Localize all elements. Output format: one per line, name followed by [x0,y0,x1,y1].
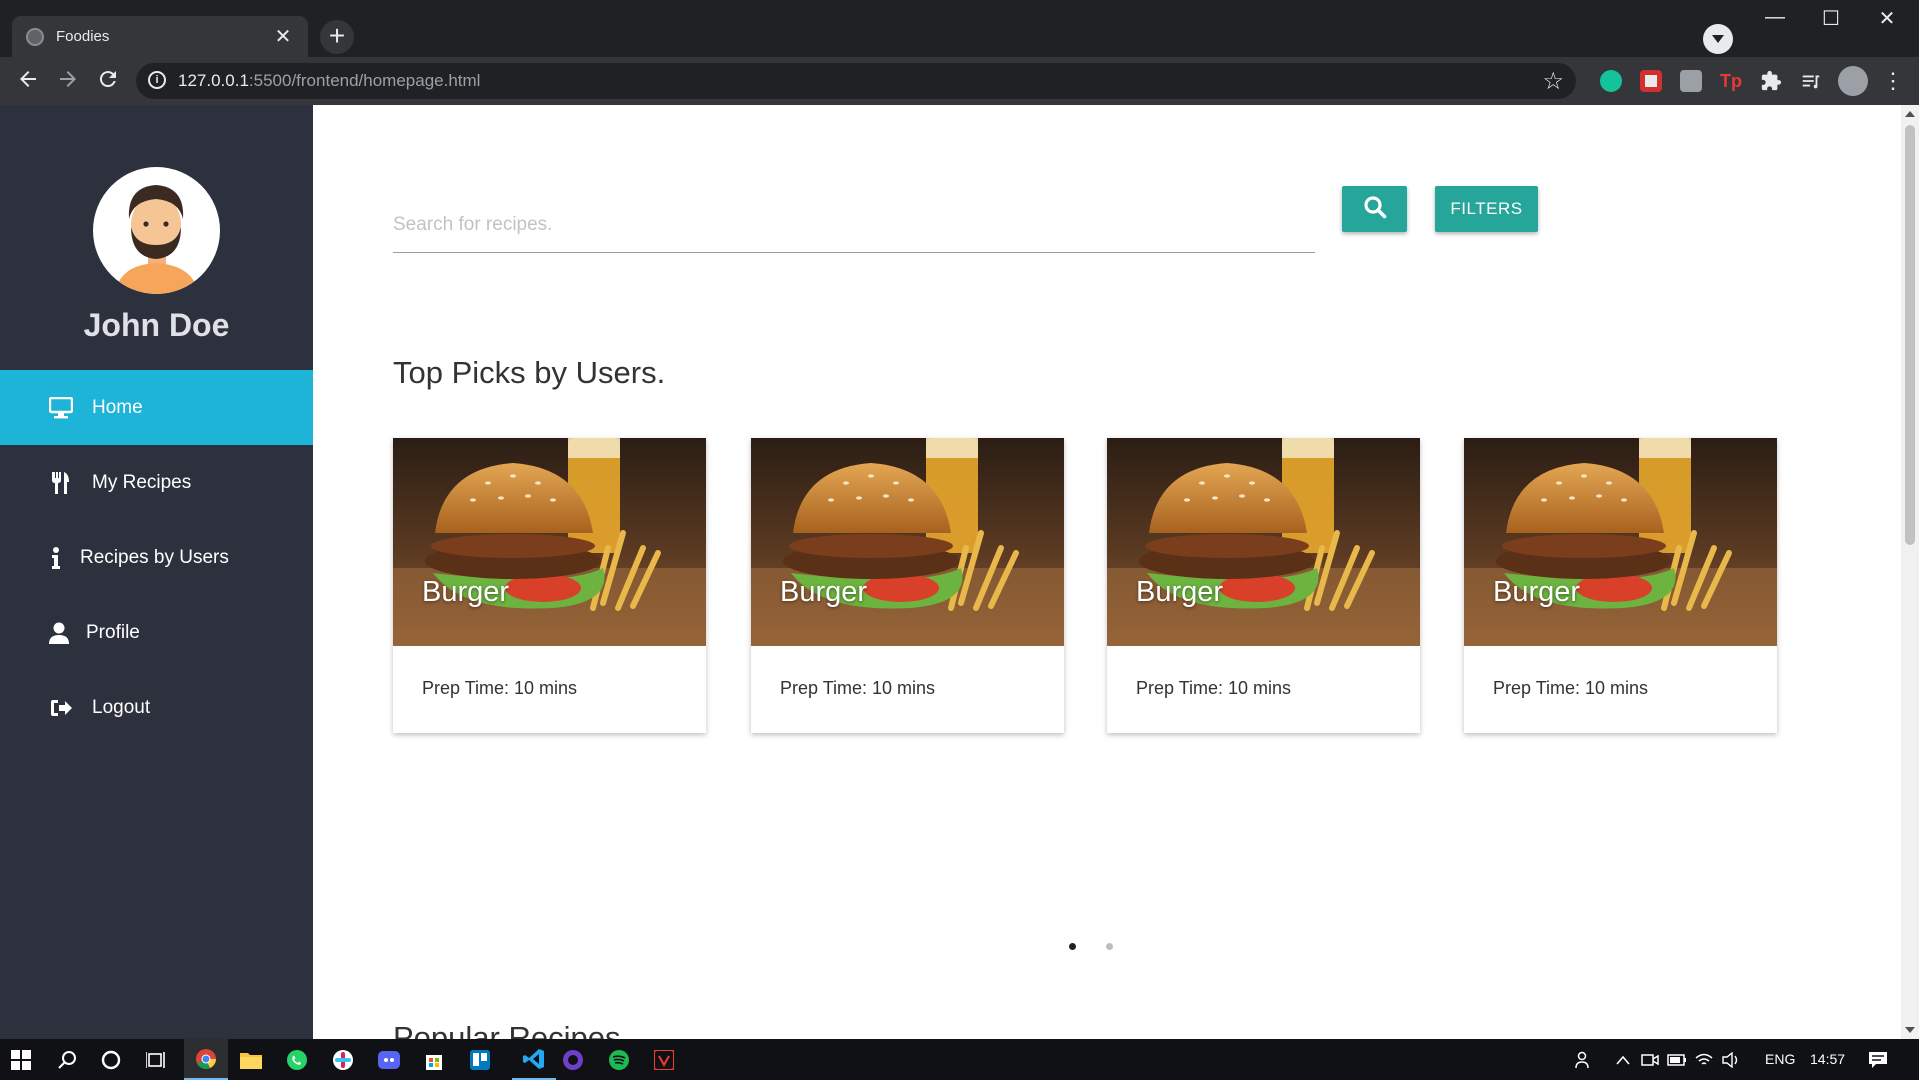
carousel-dot-active[interactable] [1069,943,1076,950]
sign-out-icon [48,696,74,720]
reading-list-icon[interactable] [1800,70,1822,92]
prep-time: Prep Time: 10 mins [422,678,578,698]
sidebar-item-label: Profile [86,621,140,643]
search-input[interactable] [393,197,1315,253]
burger-image: Burger [393,438,706,646]
globe-icon [26,27,44,46]
user-name: John Doe [83,307,230,343]
notifications-icon[interactable] [1865,1047,1891,1073]
avatar [93,167,220,294]
language-indicator[interactable]: ENG [1765,1051,1795,1067]
whatsapp-icon[interactable] [284,1047,310,1073]
browser-tab[interactable]: Foodies ✕ [12,16,308,57]
recipe-card[interactable]: Burger Prep Time: 10 mins [1107,438,1420,733]
vscode-icon[interactable] [512,1039,556,1080]
bookmark-star-icon[interactable]: ☆ [1542,67,1564,96]
extensions-puzzle-icon[interactable] [1760,70,1782,92]
sidebar-item-label: My Recipes [92,471,192,493]
people-icon[interactable] [1572,1047,1598,1073]
translate-extension-icon[interactable] [1680,70,1702,92]
top-picks-title: Top Picks by Users. [393,355,666,390]
meet-now-icon[interactable] [1637,1047,1663,1073]
close-window-button[interactable]: ✕ [1859,6,1915,31]
forward-icon[interactable] [53,67,83,97]
carousel-dot[interactable] [1106,943,1113,950]
grammarly-extension-icon[interactable] [1600,70,1622,92]
sidebar-item-my-recipes[interactable]: My Recipes [0,445,313,520]
search-button[interactable] [1342,186,1407,232]
tp-extension-icon[interactable]: Tp [1720,70,1742,92]
windows-taskbar: ENG 14:57 [0,1039,1919,1080]
media-control-icon[interactable] [1703,24,1733,54]
profile-avatar-icon[interactable] [1838,66,1868,96]
store-icon[interactable] [421,1047,447,1073]
card-title: Burger [1136,576,1224,608]
search-icon [1363,195,1387,224]
tray-chevron-up-icon[interactable] [1610,1047,1636,1073]
recipe-card[interactable]: Burger Prep Time: 10 mins [1464,438,1777,733]
scroll-down-icon[interactable] [1905,1027,1915,1033]
tab-close-icon[interactable]: ✕ [272,27,294,47]
github-desktop-icon[interactable] [560,1047,586,1073]
sidebar-item-label: Home [92,396,143,418]
vivaldi-icon[interactable] [651,1047,677,1073]
windows-start-icon[interactable] [8,1047,34,1073]
reload-icon[interactable] [93,67,123,97]
discord-icon[interactable] [376,1047,402,1073]
prep-time: Prep Time: 10 mins [1136,678,1292,698]
cortana-icon[interactable] [98,1047,124,1073]
burger-image: Burger [751,438,1064,646]
new-tab-button[interactable]: + [320,20,354,54]
popular-recipes-title: Popular Recipes [393,1020,621,1039]
sidebar-item-home[interactable]: Home [0,370,313,445]
site-info-icon[interactable]: i [148,71,166,89]
scroll-up-icon[interactable] [1905,111,1915,117]
burger-image: Burger [1464,438,1777,646]
trello-icon[interactable] [467,1047,493,1073]
utensils-icon [48,471,74,495]
card-title: Burger [1493,576,1581,608]
scroll-thumb[interactable] [1905,125,1915,545]
back-icon[interactable] [13,67,43,97]
tab-title: Foodies [56,28,110,45]
sidebar-item-logout[interactable]: Logout [0,670,313,745]
clock[interactable]: 14:57 [1810,1051,1845,1067]
maximize-button[interactable]: ☐ [1803,6,1859,31]
prep-time: Prep Time: 10 mins [1493,678,1649,698]
slack-icon[interactable] [330,1047,356,1073]
sidebar-item-recipes-by-users[interactable]: Recipes by Users [0,520,313,595]
minimize-button[interactable]: — [1747,6,1803,29]
card-title: Burger [780,576,868,608]
main-content: FILTERS Top Picks by Users. [313,105,1901,1039]
url-text: 127.0.0.1:5500/frontend/homepage.html [178,71,481,90]
sidebar-item-label: Logout [92,696,151,718]
filters-button[interactable]: FILTERS [1435,186,1538,232]
sidebar-item-label: Recipes by Users [80,546,229,568]
chrome-taskbar-icon[interactable] [184,1039,228,1080]
sidebar: John Doe Home My Recipes Recipes by User… [0,105,313,1039]
browser-toolbar: i 127.0.0.1:5500/frontend/homepage.html … [0,57,1919,105]
prep-time: Prep Time: 10 mins [780,678,936,698]
sidebar-item-profile[interactable]: Profile [0,595,313,670]
recipe-card[interactable]: Burger Prep Time: 10 mins [393,438,706,733]
search-icon[interactable] [54,1047,80,1073]
file-explorer-icon[interactable] [238,1047,264,1073]
recipe-card[interactable]: Burger Prep Time: 10 mins [751,438,1064,733]
user-icon [48,621,70,645]
info-icon [48,546,64,570]
battery-icon[interactable] [1664,1047,1690,1073]
browser-tabstrip: Foodies ✕ + — ☐ ✕ [0,0,1919,57]
address-bar[interactable]: i 127.0.0.1:5500/frontend/homepage.html … [136,63,1576,99]
card-title: Burger [422,576,510,608]
pocket-extension-icon[interactable] [1640,70,1662,92]
wifi-icon[interactable] [1691,1047,1717,1073]
task-view-icon[interactable] [143,1047,169,1073]
page-scrollbar[interactable] [1901,105,1919,1039]
spotify-icon[interactable] [606,1047,632,1073]
burger-image: Burger [1107,438,1420,646]
more-menu-icon[interactable]: ⋮ [1882,70,1904,92]
monitor-icon [48,396,74,420]
volume-icon[interactable] [1718,1047,1744,1073]
